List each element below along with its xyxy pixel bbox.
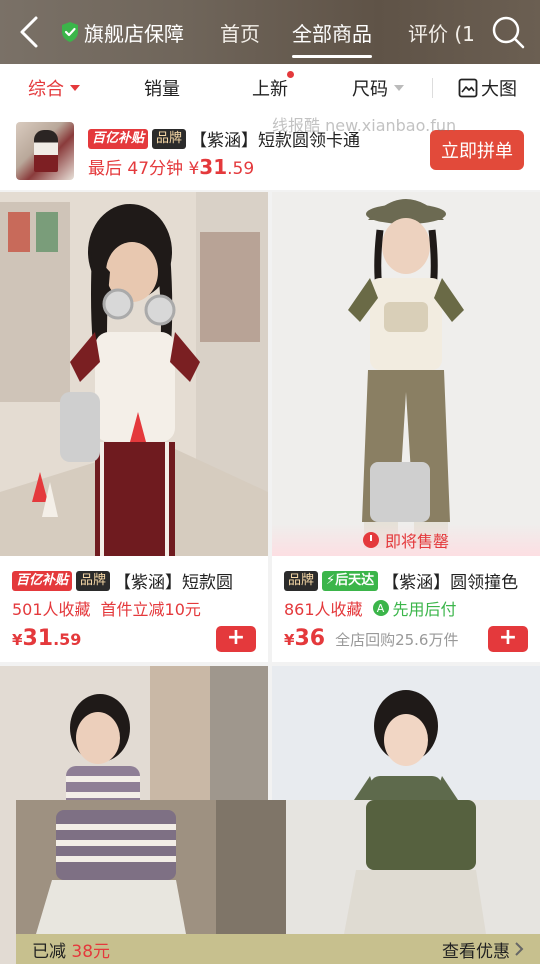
tab-reviews[interactable]: 评价 (1 — [408, 0, 475, 64]
selling-out-label: 即将售罄 — [384, 532, 449, 551]
repurchase-count: 全店回购25.6万件 — [335, 631, 459, 649]
favorites-count: 501人收藏 — [12, 600, 91, 619]
product-meta: 861人收藏 A 先用后付 — [284, 596, 457, 620]
discount-summary: 已减 38元 — [32, 937, 110, 962]
price-integer: 36 — [294, 626, 326, 651]
filter-divider — [432, 78, 433, 98]
favorites-count: 861人收藏 — [284, 600, 363, 619]
back-button[interactable] — [0, 0, 58, 64]
product-title-text: 【紫涵】圆领撞色 — [382, 573, 519, 593]
delivery-badge: ⚡后天达 — [322, 570, 379, 591]
search-icon[interactable] — [490, 14, 526, 50]
price-symbol: ¥ — [284, 631, 295, 649]
tab-all-products[interactable]: 全部商品 — [292, 0, 372, 64]
filter-sales[interactable]: 销量 — [144, 64, 180, 112]
price-integer: 31 — [22, 626, 54, 651]
discount-prefix: 已减 — [32, 941, 66, 962]
add-to-cart-button[interactable]: + — [488, 626, 528, 652]
promo-product-thumbnail — [16, 122, 74, 180]
store-guarantee-label: 旗舰店保障 — [84, 21, 184, 46]
subsidy-badge: 百亿补贴 — [12, 570, 73, 591]
caret-down-icon — [394, 85, 404, 91]
subsidy-badge: 百亿补贴 — [88, 128, 149, 149]
filter-new[interactable]: 上新 — [252, 64, 294, 112]
brand-badge: 品牌 — [76, 570, 111, 591]
filter-sales-label: 销量 — [144, 79, 180, 100]
product-title-text: 【紫涵】短款圆 — [114, 573, 234, 593]
promo-price-dec: .59 — [227, 159, 255, 179]
filter-size[interactable]: 尺码 — [352, 64, 404, 112]
product-meta: 501人收藏 首件立减10元 — [12, 596, 201, 620]
chevron-left-icon — [20, 16, 38, 48]
countdown-prefix: 最后 — [88, 159, 122, 179]
top-nav-bar: 旗舰店保障 首页 全部商品 评价 (1 — [0, 0, 540, 64]
filter-comprehensive-label: 综合 — [28, 79, 64, 100]
product-price: ¥ 31 .59 — [12, 626, 81, 651]
tab-reviews-label: 评价 (1 — [408, 21, 475, 46]
product-info[interactable]: 品牌 ⚡后天达 【紫涵】圆领撞色 861人收藏 A 先用后付 ¥ 36 全店回购… — [272, 556, 540, 662]
first-item-discount: 首件立减10元 — [100, 600, 201, 619]
filter-size-label: 尺码 — [352, 79, 388, 100]
view-discount-link[interactable]: 查看优惠 — [442, 937, 524, 962]
promo-price-symbol: ¥ — [188, 159, 200, 179]
product-card[interactable]: 即将售罄 品牌 ⚡后天达 【紫涵】圆领撞色 861人收藏 A 先用后付 ¥ 36… — [272, 192, 540, 662]
group-buy-promo[interactable]: 百亿补贴 品牌 【紫涵】短款圆领卡通 最后 47分钟 ¥31.59 立即拼单 — [0, 112, 540, 190]
promo-countdown: 最后 47分钟 ¥31.59 — [88, 154, 254, 179]
tab-home-label: 首页 — [220, 21, 260, 46]
filter-comprehensive[interactable]: 综合 — [28, 64, 80, 112]
watermark: 线报酷 new.xianbao.fun — [272, 116, 457, 135]
pay-later-label: 先用后付 — [392, 600, 457, 619]
tab-all-products-label: 全部商品 — [292, 21, 372, 46]
countdown-value: 47分钟 — [127, 159, 184, 179]
pay-later-icon: A — [372, 600, 389, 616]
product-info[interactable]: 百亿补贴 品牌 【紫涵】短款圆 501人收藏 首件立减10元 ¥ 31 .59 … — [0, 556, 268, 662]
delivery-badge-label: 后天达 — [335, 572, 375, 588]
brand-badge: 品牌 — [284, 570, 319, 591]
product-image[interactable]: 即将售罄 — [272, 192, 540, 556]
store-guarantee[interactable]: 旗舰店保障 — [60, 0, 184, 64]
new-dot-indicator — [287, 71, 294, 78]
filter-big-image[interactable]: 大图 — [458, 64, 517, 112]
product-card[interactable]: 百亿补贴 品牌 【紫涵】短款圆 501人收藏 首件立减10元 ¥ 31 .59 … — [0, 192, 268, 662]
view-discount-label: 查看优惠 — [442, 941, 510, 962]
promo-price-int: 31 — [199, 155, 228, 179]
filter-new-label: 上新 — [252, 79, 288, 100]
caret-down-icon — [70, 85, 80, 91]
add-to-cart-button[interactable]: + — [216, 626, 256, 652]
chevron-right-icon — [515, 942, 524, 956]
image-view-icon — [458, 78, 478, 98]
discount-amount: 38元 — [71, 941, 111, 962]
app-root: { "header": { "store_guarantee": "旗舰店保障"… — [0, 0, 540, 964]
join-group-button[interactable]: 立即拼单 — [430, 130, 524, 170]
floating-product-banner[interactable] — [16, 800, 540, 934]
selling-out-tag: 即将售罄 — [272, 524, 540, 556]
product-title: 百亿补贴 品牌 【紫涵】短款圆 — [12, 568, 233, 593]
filter-big-image-label: 大图 — [481, 79, 517, 100]
clock-icon — [362, 532, 379, 548]
price-symbol: ¥ — [12, 631, 23, 649]
filter-bar: 综合 销量 上新 尺码 大图 — [0, 64, 540, 112]
coupon-bar[interactable]: 已减 38元 查看优惠 — [16, 934, 540, 964]
product-image[interactable] — [0, 192, 268, 556]
shield-check-icon — [62, 22, 78, 42]
price-decimal: .59 — [53, 630, 82, 649]
brand-badge: 品牌 — [152, 128, 187, 149]
tab-home[interactable]: 首页 — [220, 0, 260, 64]
product-title: 品牌 ⚡后天达 【紫涵】圆领撞色 — [284, 568, 518, 593]
product-price: ¥ 36 全店回购25.6万件 — [284, 626, 458, 651]
